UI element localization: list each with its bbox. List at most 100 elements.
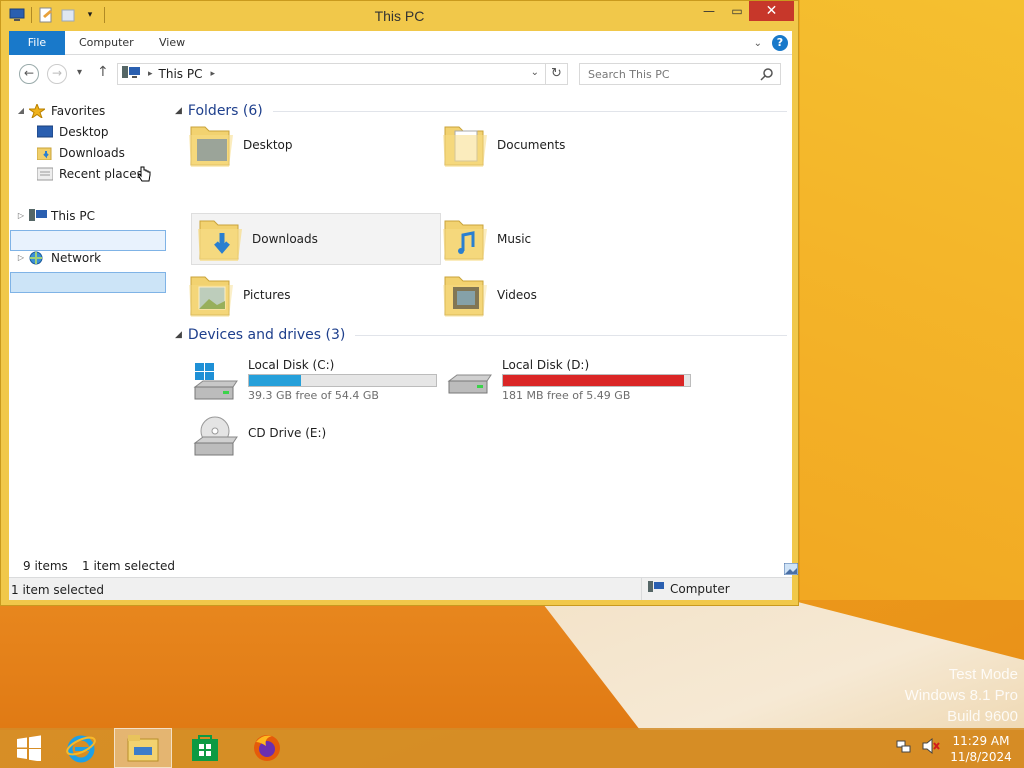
folder-music-icon: [441, 215, 489, 263]
sidebar-item-downloads[interactable]: Downloads: [35, 143, 125, 163]
address-bar[interactable]: ▸ This PC ▸ ⌄ ↻: [117, 63, 568, 85]
drive-free-space: 39.3 GB free of 54.4 GB: [248, 389, 379, 402]
back-button[interactable]: ←: [19, 64, 39, 84]
details-selection: 1 item selected: [11, 583, 105, 597]
recent-places-icon: [36, 167, 54, 181]
computer-icon: [29, 209, 47, 223]
sidebar-item-recent-places[interactable]: Recent places: [35, 164, 151, 184]
watermark-line: Windows 8.1 Pro: [904, 687, 1018, 704]
group-header-drives[interactable]: ◢ Devices and drives (3): [175, 327, 787, 343]
close-button[interactable]: ✕: [749, 1, 794, 21]
expand-ribbon-icon[interactable]: ⌄: [754, 38, 762, 49]
drive-usage-bar: [248, 374, 437, 387]
window-title: This PC: [374, 8, 425, 24]
downloads-icon: [36, 146, 53, 161]
minimize-button[interactable]: —: [695, 1, 723, 21]
status-item-count: 9 items: [23, 559, 68, 573]
taskbar-store[interactable]: [176, 728, 234, 768]
content-pane: ◢ Folders (6) Desktop Documents Download…: [175, 97, 792, 567]
explorer-window: ▾ This PC — ▭ ✕ File Computer View ⌄ ? ←…: [0, 0, 799, 606]
sidebar-item-label: Recent places: [59, 167, 143, 181]
firefox-icon: [254, 735, 280, 761]
recent-locations-icon[interactable]: ▾: [77, 67, 82, 78]
folder-tile[interactable]: Desktop: [183, 119, 433, 171]
help-button[interactable]: ?: [772, 35, 788, 51]
tab-computer[interactable]: Computer: [65, 31, 148, 55]
maximize-button[interactable]: ▭: [723, 1, 751, 21]
folder-tile[interactable]: Videos: [437, 269, 687, 321]
expand-arrow-icon[interactable]: ▷: [15, 248, 27, 268]
address-dropdown-icon[interactable]: ⌄: [531, 67, 539, 78]
drive-usage-bar: [502, 374, 691, 387]
details-bar: 1 item selected Computer: [9, 577, 792, 600]
sidebar-item-desktop[interactable]: Desktop: [35, 122, 109, 142]
clock-time: 11:29 AM: [952, 734, 1010, 748]
forward-button[interactable]: →: [47, 64, 67, 84]
folder-label: Desktop: [243, 138, 293, 152]
group-divider: [355, 334, 787, 336]
folder-label: Downloads: [252, 232, 318, 246]
expand-arrow-icon[interactable]: ▷: [15, 206, 27, 226]
drive-name: Local Disk (D:): [502, 358, 590, 372]
drive-tile-e[interactable]: CD Drive (E:): [191, 409, 451, 461]
tab-file[interactable]: File: [9, 31, 65, 55]
folder-tile[interactable]: Pictures: [183, 269, 433, 321]
store-icon: [192, 735, 218, 761]
refresh-button[interactable]: ↻: [545, 64, 567, 84]
watermark-line: Test Mode: [948, 666, 1018, 683]
windows-logo-icon: [17, 735, 41, 761]
group-header-label: Devices and drives (3): [187, 327, 346, 343]
collapse-arrow-icon[interactable]: ◢: [15, 101, 27, 121]
watermark-line: Build 9600: [947, 708, 1018, 725]
status-bar: 9 items 1 item selected: [9, 555, 799, 577]
sidebar-item-label: Desktop: [59, 125, 109, 139]
sidebar-item-favorites[interactable]: ◢ Favorites: [15, 101, 105, 121]
taskbar: 11:29 AM 11/8/2024: [0, 728, 1024, 768]
collapse-arrow-icon[interactable]: ◢: [175, 106, 182, 116]
folder-tile[interactable]: Music: [437, 213, 687, 265]
system-tray: [896, 737, 940, 757]
taskbar-clock[interactable]: 11:29 AM 11/8/2024: [948, 733, 1014, 765]
breadcrumb[interactable]: This PC: [159, 67, 203, 81]
breadcrumb-separator-icon[interactable]: ▸: [148, 69, 153, 79]
large-icons-view-icon[interactable]: [783, 562, 799, 578]
status-selection: 1 item selected: [82, 559, 176, 573]
window-client: File Computer View ⌄ ? ← → ▾ ↑ ▸ This PC…: [9, 31, 799, 600]
desktop-icon: [36, 125, 54, 139]
folder-label: Videos: [497, 288, 537, 302]
search-input[interactable]: Search This PC: [579, 63, 781, 85]
desktop-wallpaper-light: [800, 0, 1024, 600]
drive-name: Local Disk (C:): [248, 358, 335, 372]
folder-pictures-icon: [187, 271, 235, 319]
folder-label: Music: [497, 232, 532, 246]
breadcrumb-chevron-icon[interactable]: ▸: [210, 69, 215, 79]
taskbar-internet-explorer[interactable]: [52, 728, 110, 768]
folder-label: Documents: [497, 138, 566, 152]
group-divider: [272, 110, 787, 112]
folder-desktop-icon: [187, 121, 235, 169]
taskbar-firefox[interactable]: [238, 728, 296, 768]
drive-tile-d[interactable]: Local Disk (D:) 181 MB free of 5.49 GB: [445, 355, 705, 407]
search-icon: [760, 67, 774, 84]
up-arrow-icon[interactable]: ↑: [97, 64, 109, 80]
details-location-label: Computer: [670, 582, 730, 596]
volume-muted-icon[interactable]: [922, 737, 940, 757]
group-header-folders[interactable]: ◢ Folders (6): [175, 103, 787, 119]
folder-label: Pictures: [243, 288, 291, 302]
sidebar-item-this-pc[interactable]: ▷ This PC: [15, 206, 95, 226]
title-bar[interactable]: ▾ This PC — ▭ ✕: [1, 1, 798, 31]
taskbar-file-explorer[interactable]: [114, 728, 172, 768]
internet-explorer-icon: [66, 735, 96, 763]
folder-tile[interactable]: Documents: [437, 119, 687, 171]
cd-drive-icon: [193, 413, 241, 459]
tab-view[interactable]: View: [145, 31, 199, 55]
navigation-pane: ◢ Favorites Desktop Downloads Recent pla…: [9, 97, 169, 567]
drive-tile-c[interactable]: Local Disk (C:) 39.3 GB free of 54.4 GB: [191, 355, 451, 407]
start-button[interactable]: [0, 728, 58, 768]
sidebar-item-network[interactable]: ▷ Network: [15, 248, 101, 268]
group-header-label: Folders (6): [187, 103, 263, 119]
folder-tile-selected[interactable]: Downloads: [191, 213, 441, 265]
network-tray-icon[interactable]: [896, 738, 912, 757]
collapse-arrow-icon[interactable]: ◢: [175, 330, 182, 340]
sidebar-item-label: Network: [51, 251, 102, 265]
